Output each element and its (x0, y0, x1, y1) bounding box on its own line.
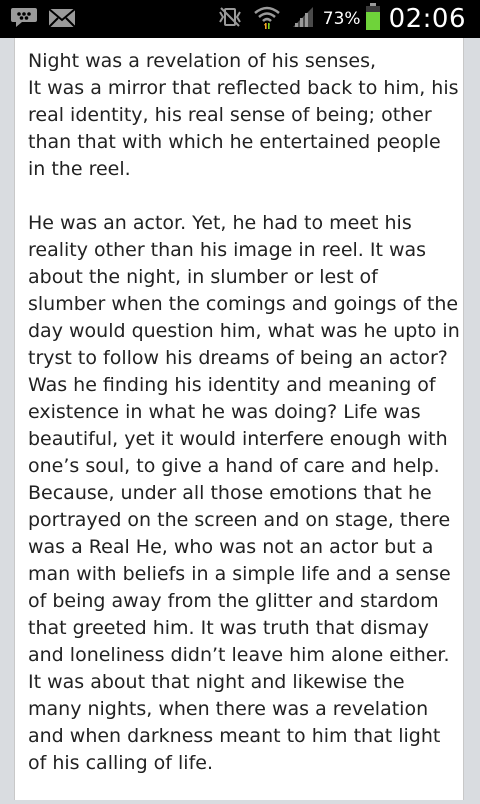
story-paragraph-1: Night was a revelation of his senses, It… (28, 50, 459, 180)
clock: 02:06 (388, 4, 466, 34)
wifi-icon (253, 4, 281, 34)
system-icons: 73% 02:06 (217, 0, 466, 38)
vibrate-mute-icon (217, 6, 243, 32)
story-panel[interactable]: Night was a revelation of his senses, It… (14, 38, 464, 800)
notification-icons (10, 6, 86, 34)
signal-strength-icon (291, 5, 315, 33)
battery-icon (365, 3, 381, 35)
status-bar: 73% 02:06 (0, 0, 480, 38)
battery-percentage: 73% (322, 9, 361, 29)
story-text: Night was a revelation of his senses, It… (28, 48, 460, 804)
story-paragraph-2: He was an actor. Yet, he had to meet his… (28, 212, 460, 774)
mail-icon (48, 7, 76, 33)
chat-bubble-icon (10, 6, 38, 34)
